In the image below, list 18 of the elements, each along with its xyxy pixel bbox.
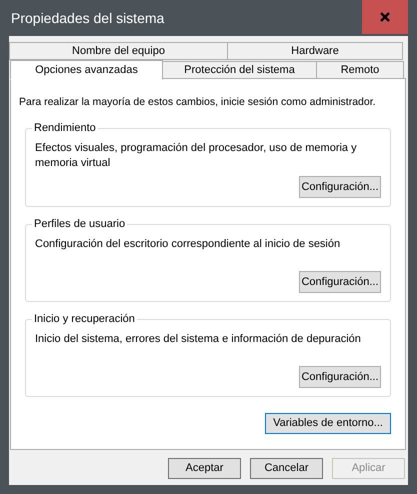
- dialog-button[interactable]: Aceptar: [168, 458, 241, 479]
- group-title: Inicio y recuperación: [32, 312, 137, 326]
- close-icon: [380, 12, 390, 22]
- environment-variables-button[interactable]: Variables de entorno...: [265, 412, 391, 434]
- tab[interactable]: Opciones avanzadas: [10, 60, 163, 80]
- tab[interactable]: Hardware: [227, 42, 403, 60]
- dialog-button[interactable]: Cancelar: [250, 458, 323, 479]
- notice-text: Para realizar la mayoría de estos cambios, inicie sesión como administrador.: [19, 95, 376, 110]
- settings-button[interactable]: Configuración...: [299, 270, 381, 293]
- settings-button[interactable]: Configuración...: [299, 176, 381, 198]
- window-title: Propiedades del sistema: [11, 8, 164, 28]
- close-button[interactable]: [362, 0, 408, 34]
- group-description: Efectos visuales, programación del procesador, uso de memoria y memoria virtual: [35, 140, 358, 171]
- settings-button[interactable]: Configuración...: [299, 366, 381, 388]
- group-description: Inicio del sistema, errores del sistema e información de depuración: [35, 332, 362, 347]
- tab[interactable]: Nombre del equipo: [9, 42, 228, 60]
- group-description: Configuración del escritorio correspondiente al inicio de sesión: [35, 236, 342, 252]
- tab[interactable]: Remoto: [316, 61, 404, 79]
